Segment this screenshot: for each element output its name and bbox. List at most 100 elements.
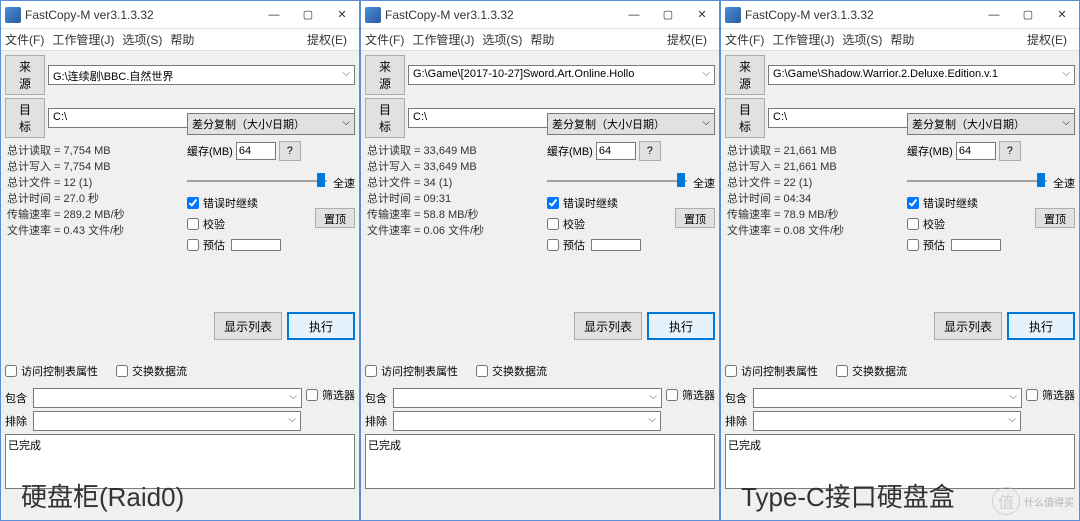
menu-auth[interactable]: 提权(E) [1027,31,1067,48]
window-title: FastCopy-M ver3.1.3.32 [385,8,617,22]
menubar: 文件(F) 工作管理(J) 选项(S) 帮助 提权(E) [721,29,1079,51]
app-icon [365,7,381,23]
stats-panel: 总计读取 = 7,754 MB 总计写入 = 7,754 MB 总计文件 = 1… [5,141,175,241]
dest-button[interactable]: 目标 [5,98,45,138]
menu-option[interactable]: 选项(S) [842,31,882,48]
annotation-text: 硬盘柜(Raid0) [21,477,184,514]
exclude-input[interactable] [33,411,301,431]
app-window-1: FastCopy-M ver3.1.3.32 — ▢ ✕ 文件(F) 工作管理(… [360,0,720,521]
show-list-button[interactable]: 显示列表 [214,312,282,340]
window-title: FastCopy-M ver3.1.3.32 [25,8,257,22]
menu-option[interactable]: 选项(S) [122,31,162,48]
buffer-label: 缓存(MB) [907,143,953,159]
titlebar[interactable]: FastCopy-M ver3.1.3.32 — ▢ ✕ [721,1,1079,29]
menu-job[interactable]: 工作管理(J) [52,31,114,48]
mode-select[interactable]: 差分复制（大小/日期） [547,113,715,135]
dest-button[interactable]: 目标 [365,98,405,138]
menu-file[interactable]: 文件(F) [5,31,44,48]
mode-select[interactable]: 差分复制（大小/日期） [187,113,355,135]
estimate-checkbox[interactable]: 预估 [187,237,355,253]
minimize-button[interactable]: — [617,1,651,29]
speed-slider[interactable]: 全速 [907,167,1075,191]
acl-checkbox[interactable]: 访问控制表属性 [725,363,818,379]
include-input[interactable] [393,388,662,408]
stats-panel: 总计读取 = 33,649 MB 总计写入 = 33,649 MB 总计文件 =… [365,141,535,241]
source-button[interactable]: 来源 [5,55,45,95]
execute-button[interactable]: 执行 [1007,312,1075,340]
buffer-input[interactable] [596,142,636,160]
swap-checkbox[interactable]: 交换数据流 [476,363,547,379]
stats-panel: 总计读取 = 21,661 MB 总计写入 = 21,661 MB 总计文件 =… [725,141,895,241]
source-input[interactable]: G:\Game\Shadow.Warrior.2.Deluxe.Edition.… [768,65,1075,85]
filter-checkbox[interactable]: 筛选器 [666,387,715,403]
dest-button[interactable]: 目标 [725,98,765,138]
maximize-button[interactable]: ▢ [651,1,685,29]
watermark: 值什么值得买 [992,487,1074,515]
titlebar[interactable]: FastCopy-M ver3.1.3.32 — ▢ ✕ [1,1,359,29]
menu-auth[interactable]: 提权(E) [667,31,707,48]
swap-checkbox[interactable]: 交换数据流 [116,363,187,379]
source-input[interactable]: G:\Game\[2017-10-27]Sword.Art.Online.Hol… [408,65,715,85]
swap-checkbox[interactable]: 交换数据流 [836,363,907,379]
app-icon [5,7,21,23]
menu-help[interactable]: 帮助 [530,31,554,48]
source-input[interactable]: G:\连续剧\BBC.自然世界 [48,65,355,85]
status-box: 已完成 [365,434,715,489]
include-input[interactable] [753,388,1022,408]
filter-checkbox[interactable]: 筛选器 [306,387,355,403]
full-speed-label: 全速 [333,175,355,191]
estimate-checkbox[interactable]: 预估 [547,237,715,253]
help-button[interactable]: ? [999,141,1021,161]
source-button[interactable]: 来源 [365,55,405,95]
buffer-input[interactable] [236,142,276,160]
maximize-button[interactable]: ▢ [1011,1,1045,29]
minimize-button[interactable]: — [257,1,291,29]
app-icon [725,7,741,23]
source-button[interactable]: 来源 [725,55,765,95]
menu-file[interactable]: 文件(F) [725,31,764,48]
execute-button[interactable]: 执行 [647,312,715,340]
close-button[interactable]: ✕ [685,1,719,29]
buffer-input[interactable] [956,142,996,160]
menu-job[interactable]: 工作管理(J) [412,31,474,48]
include-input[interactable] [33,388,302,408]
titlebar[interactable]: FastCopy-M ver3.1.3.32 — ▢ ✕ [361,1,719,29]
execute-button[interactable]: 执行 [287,312,355,340]
speed-slider[interactable]: 全速 [187,167,355,191]
menu-auth[interactable]: 提权(E) [307,31,347,48]
top-button[interactable]: 置顶 [1035,208,1075,228]
exclude-label: 排除 [5,413,33,429]
app-window-2: FastCopy-M ver3.1.3.32 — ▢ ✕ 文件(F) 工作管理(… [720,0,1080,521]
close-button[interactable]: ✕ [325,1,359,29]
mode-select[interactable]: 差分复制（大小/日期） [907,113,1075,135]
show-list-button[interactable]: 显示列表 [934,312,1002,340]
exclude-input[interactable] [753,411,1021,431]
show-list-button[interactable]: 显示列表 [574,312,642,340]
help-button[interactable]: ? [639,141,661,161]
full-speed-label: 全速 [1053,175,1075,191]
menu-file[interactable]: 文件(F) [365,31,404,48]
app-window-0: FastCopy-M ver3.1.3.32 — ▢ ✕ 文件(F) 工作管理(… [0,0,360,521]
filter-checkbox[interactable]: 筛选器 [1026,387,1075,403]
menu-help[interactable]: 帮助 [890,31,914,48]
exclude-label: 排除 [725,413,753,429]
top-button[interactable]: 置顶 [675,208,715,228]
include-label: 包含 [725,390,753,406]
maximize-button[interactable]: ▢ [291,1,325,29]
menubar: 文件(F) 工作管理(J) 选项(S) 帮助 提权(E) [361,29,719,51]
menu-option[interactable]: 选项(S) [482,31,522,48]
close-button[interactable]: ✕ [1045,1,1079,29]
help-button[interactable]: ? [279,141,301,161]
top-button[interactable]: 置顶 [315,208,355,228]
estimate-checkbox[interactable]: 预估 [907,237,1075,253]
exclude-input[interactable] [393,411,661,431]
acl-checkbox[interactable]: 访问控制表属性 [365,363,458,379]
menu-help[interactable]: 帮助 [170,31,194,48]
full-speed-label: 全速 [693,175,715,191]
acl-checkbox[interactable]: 访问控制表属性 [5,363,98,379]
include-label: 包含 [5,390,33,406]
minimize-button[interactable]: — [977,1,1011,29]
window-title: FastCopy-M ver3.1.3.32 [745,8,977,22]
menu-job[interactable]: 工作管理(J) [772,31,834,48]
speed-slider[interactable]: 全速 [547,167,715,191]
